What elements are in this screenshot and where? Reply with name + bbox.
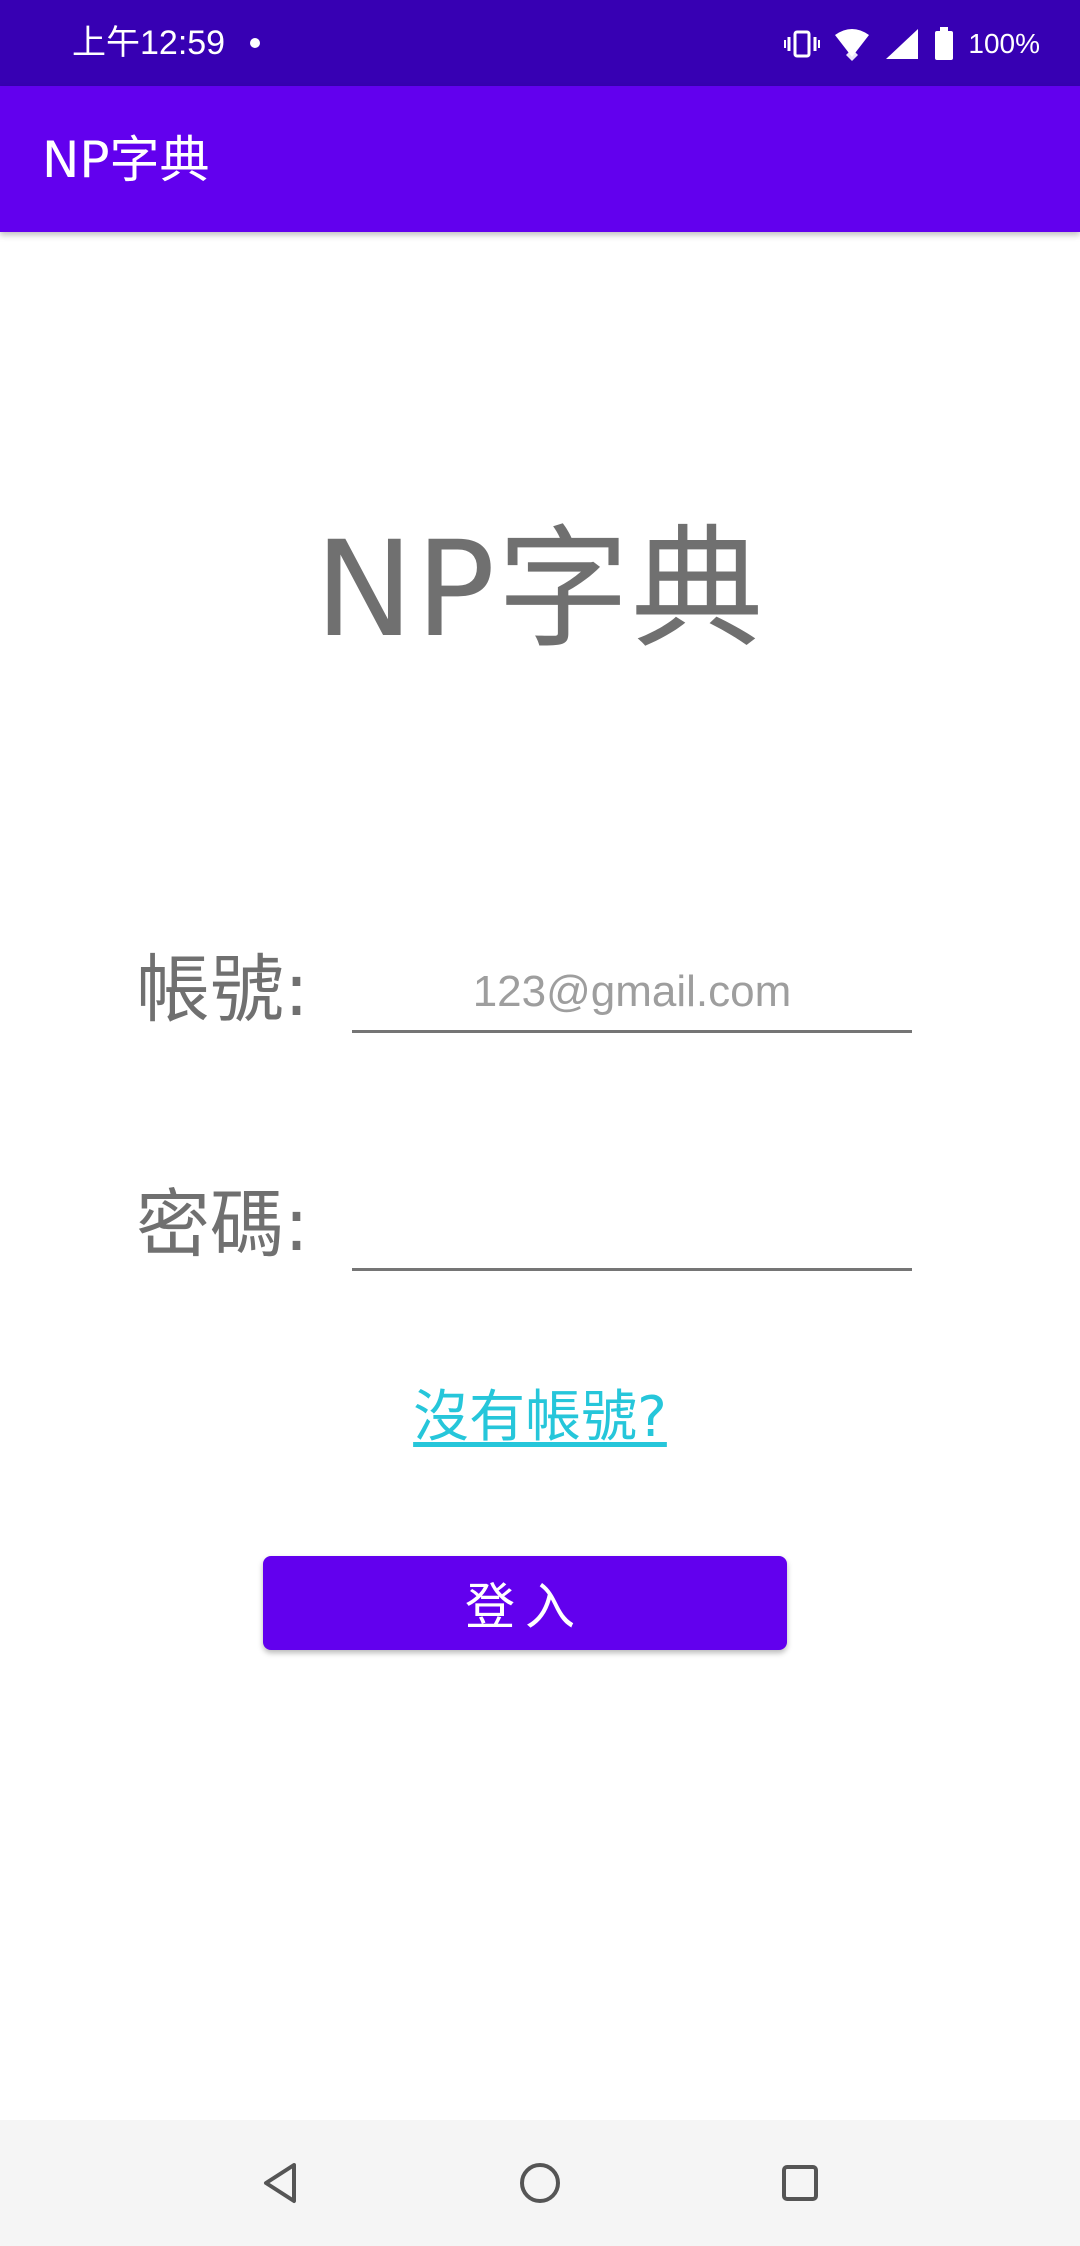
account-input[interactable] bbox=[352, 954, 912, 1033]
status-icons: 100% bbox=[784, 22, 1040, 66]
no-account-link[interactable]: 沒有帳號? bbox=[0, 1378, 1080, 1458]
account-label: 帳號: bbox=[136, 947, 309, 1033]
app-logo-title: NP字典 bbox=[314, 513, 766, 667]
home-icon[interactable] bbox=[510, 2153, 570, 2213]
status-time: 上午12:59 bbox=[72, 24, 226, 62]
wifi-icon bbox=[834, 27, 870, 61]
navigation-bar bbox=[0, 2120, 1080, 2246]
login-button[interactable]: 登入 bbox=[263, 1556, 787, 1650]
battery-percentage: 100% bbox=[968, 28, 1040, 59]
app-bar-title: NP字典 bbox=[42, 131, 210, 189]
password-input[interactable] bbox=[352, 1192, 912, 1271]
app-bar: NP字典 bbox=[0, 86, 1080, 232]
back-icon[interactable] bbox=[250, 2153, 310, 2213]
cell-signal-icon bbox=[884, 27, 920, 61]
notification-dot-icon bbox=[250, 38, 260, 48]
password-label: 密碼: bbox=[136, 1182, 309, 1268]
status-bar: 上午12:59 100% bbox=[0, 0, 1080, 86]
recents-icon[interactable] bbox=[770, 2153, 830, 2213]
battery-icon bbox=[934, 27, 954, 61]
vibrate-icon bbox=[784, 29, 821, 59]
